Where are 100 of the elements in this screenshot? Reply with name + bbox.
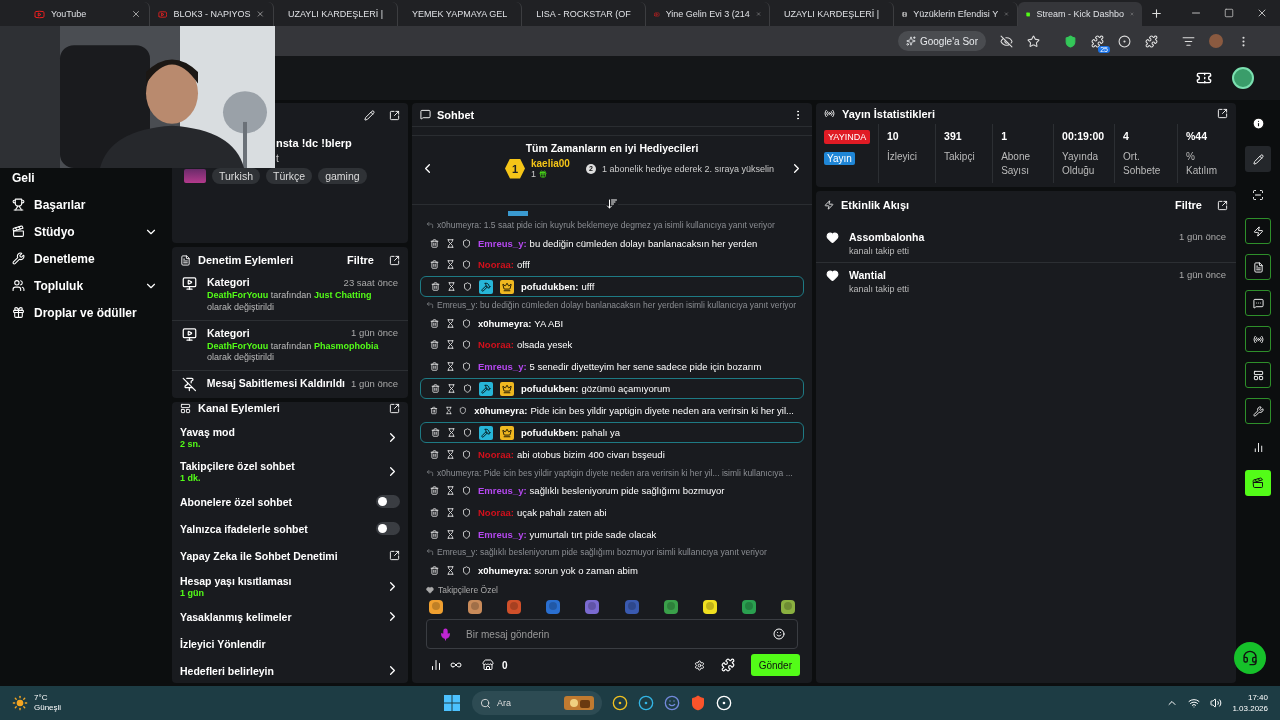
ticket-icon[interactable] (1196, 70, 1212, 86)
wifi-icon[interactable] (1188, 697, 1201, 709)
timeout-icon[interactable] (447, 428, 456, 438)
taskbar-search-field[interactable]: Ara (472, 691, 602, 715)
browser-tab[interactable]: Stream - Kick Dashbo (1018, 2, 1142, 26)
chat-button[interactable] (1245, 290, 1271, 316)
sidebar-item[interactable]: Denetleme (0, 245, 170, 272)
popout-icon[interactable] (1217, 108, 1228, 119)
volume-icon[interactable] (1210, 697, 1223, 709)
delete-icon[interactable] (430, 362, 439, 372)
shield-icon[interactable] (1064, 34, 1077, 48)
popout-icon[interactable] (389, 109, 400, 121)
toggle-switch[interactable] (376, 495, 400, 508)
extension-icon[interactable] (1091, 34, 1104, 48)
bolt-button[interactable] (1245, 218, 1271, 244)
chat-username[interactable]: x0humeyra: (478, 317, 532, 329)
chat-username[interactable]: Emreus_y: (478, 361, 527, 373)
popout-icon[interactable] (389, 254, 400, 266)
delete-icon[interactable] (430, 260, 439, 270)
message-field[interactable]: Bir mesaj gönderin (426, 619, 798, 649)
app-icon[interactable] (716, 695, 732, 711)
delete-icon[interactable] (431, 428, 440, 438)
timeout-icon[interactable] (447, 282, 456, 292)
browser-icon[interactable] (638, 695, 654, 711)
delete-icon[interactable] (430, 450, 439, 460)
delete-icon[interactable] (430, 406, 438, 416)
extension-icon[interactable] (1118, 34, 1131, 48)
message-input[interactable]: Bir mesaj gönderin (464, 627, 761, 641)
filter-button[interactable]: Filtre (339, 254, 382, 267)
emote-icon[interactable] (701, 599, 718, 615)
close-icon[interactable] (256, 9, 265, 19)
chat-username[interactable]: x0humeyra: (474, 405, 528, 417)
emote-icon[interactable] (662, 599, 679, 615)
broadcast-button[interactable] (1245, 326, 1271, 352)
emote-icon[interactable] (428, 599, 444, 615)
timeout-icon[interactable] (446, 529, 455, 539)
tag[interactable]: Türkçe (266, 168, 313, 184)
delete-icon[interactable] (431, 282, 440, 292)
document-button[interactable] (1245, 254, 1271, 280)
timeout-icon[interactable] (447, 384, 456, 394)
external-link-icon[interactable] (389, 550, 400, 561)
timeout-icon[interactable] (446, 486, 455, 496)
delete-icon[interactable] (430, 529, 439, 539)
chat-username[interactable]: pofudukben: (521, 427, 579, 439)
timeout-icon[interactable] (446, 362, 455, 372)
windows-start-icon[interactable] (442, 693, 462, 713)
tag[interactable]: gaming (318, 168, 367, 184)
delete-icon[interactable] (430, 565, 439, 575)
chat-username[interactable]: Emreus_y: (478, 485, 527, 497)
sidebar-item[interactable]: Topluluk (0, 272, 170, 299)
chat-username[interactable]: pofudukben: (521, 383, 579, 395)
timeout-icon[interactable] (446, 238, 455, 248)
sidebar-item[interactable]: Stüdyo (0, 218, 170, 245)
toggle-switch[interactable] (376, 522, 400, 535)
delete-icon[interactable] (430, 486, 439, 496)
delete-icon[interactable] (430, 340, 439, 350)
edit-button[interactable] (1245, 146, 1271, 172)
chat-username[interactable]: Emreus_y: (478, 528, 527, 540)
microphone-icon[interactable] (439, 627, 452, 641)
popout-icon[interactable] (1217, 199, 1228, 211)
timeout-icon[interactable] (446, 565, 455, 575)
timeout-icon[interactable] (444, 406, 453, 416)
timeout-icon[interactable] (446, 450, 455, 460)
chat-app-icon[interactable] (664, 695, 680, 711)
eye-off-icon[interactable] (1000, 34, 1013, 48)
chat-username[interactable]: pofudukben: (521, 281, 579, 293)
maximize-icon[interactable] (1224, 8, 1234, 18)
sidebar-item[interactable]: Droplar ve ödüller (0, 299, 170, 326)
new-tab-icon[interactable] (1150, 6, 1163, 20)
puzzle-icon[interactable] (1145, 34, 1158, 48)
clapperboard-button[interactable] (1245, 470, 1271, 496)
settings-icon[interactable] (693, 659, 705, 671)
taskbar-clock[interactable]: 17:40 1.03.2026 (1232, 693, 1268, 713)
stream-button[interactable]: Yayın (824, 152, 855, 165)
tag[interactable]: Turkish (212, 168, 261, 184)
sidebar-item[interactable]: Geli (0, 164, 170, 191)
delete-icon[interactable] (431, 384, 440, 394)
store-icon[interactable] (482, 659, 494, 671)
delete-icon[interactable] (430, 318, 439, 328)
media-icon[interactable] (1182, 34, 1195, 48)
chat-username[interactable]: x0humeyra: (478, 564, 532, 576)
filter-button[interactable]: Filtre (1167, 199, 1210, 211)
ask-button[interactable]: Google'a Sor (897, 31, 986, 51)
emote-icon[interactable] (467, 599, 484, 615)
profile-avatar[interactable] (1232, 67, 1254, 89)
timeout-icon[interactable] (446, 340, 455, 350)
sidebar-item[interactable]: Başarılar (0, 191, 170, 218)
chat-username[interactable]: Emreus_y: (478, 237, 527, 249)
delete-icon[interactable] (430, 238, 439, 248)
browser-icon[interactable] (612, 695, 628, 711)
timeout-icon[interactable] (446, 507, 455, 517)
emote-icon[interactable] (740, 599, 757, 615)
emote-icon[interactable] (780, 599, 796, 615)
close-icon[interactable] (1256, 7, 1268, 19)
popout-icon[interactable] (389, 402, 400, 414)
wrench-button[interactable] (1245, 398, 1271, 424)
close-icon[interactable] (131, 9, 141, 19)
pencil-icon[interactable] (364, 109, 375, 121)
layout-button[interactable] (1245, 362, 1271, 388)
bookmark-star-icon[interactable] (1027, 34, 1040, 48)
